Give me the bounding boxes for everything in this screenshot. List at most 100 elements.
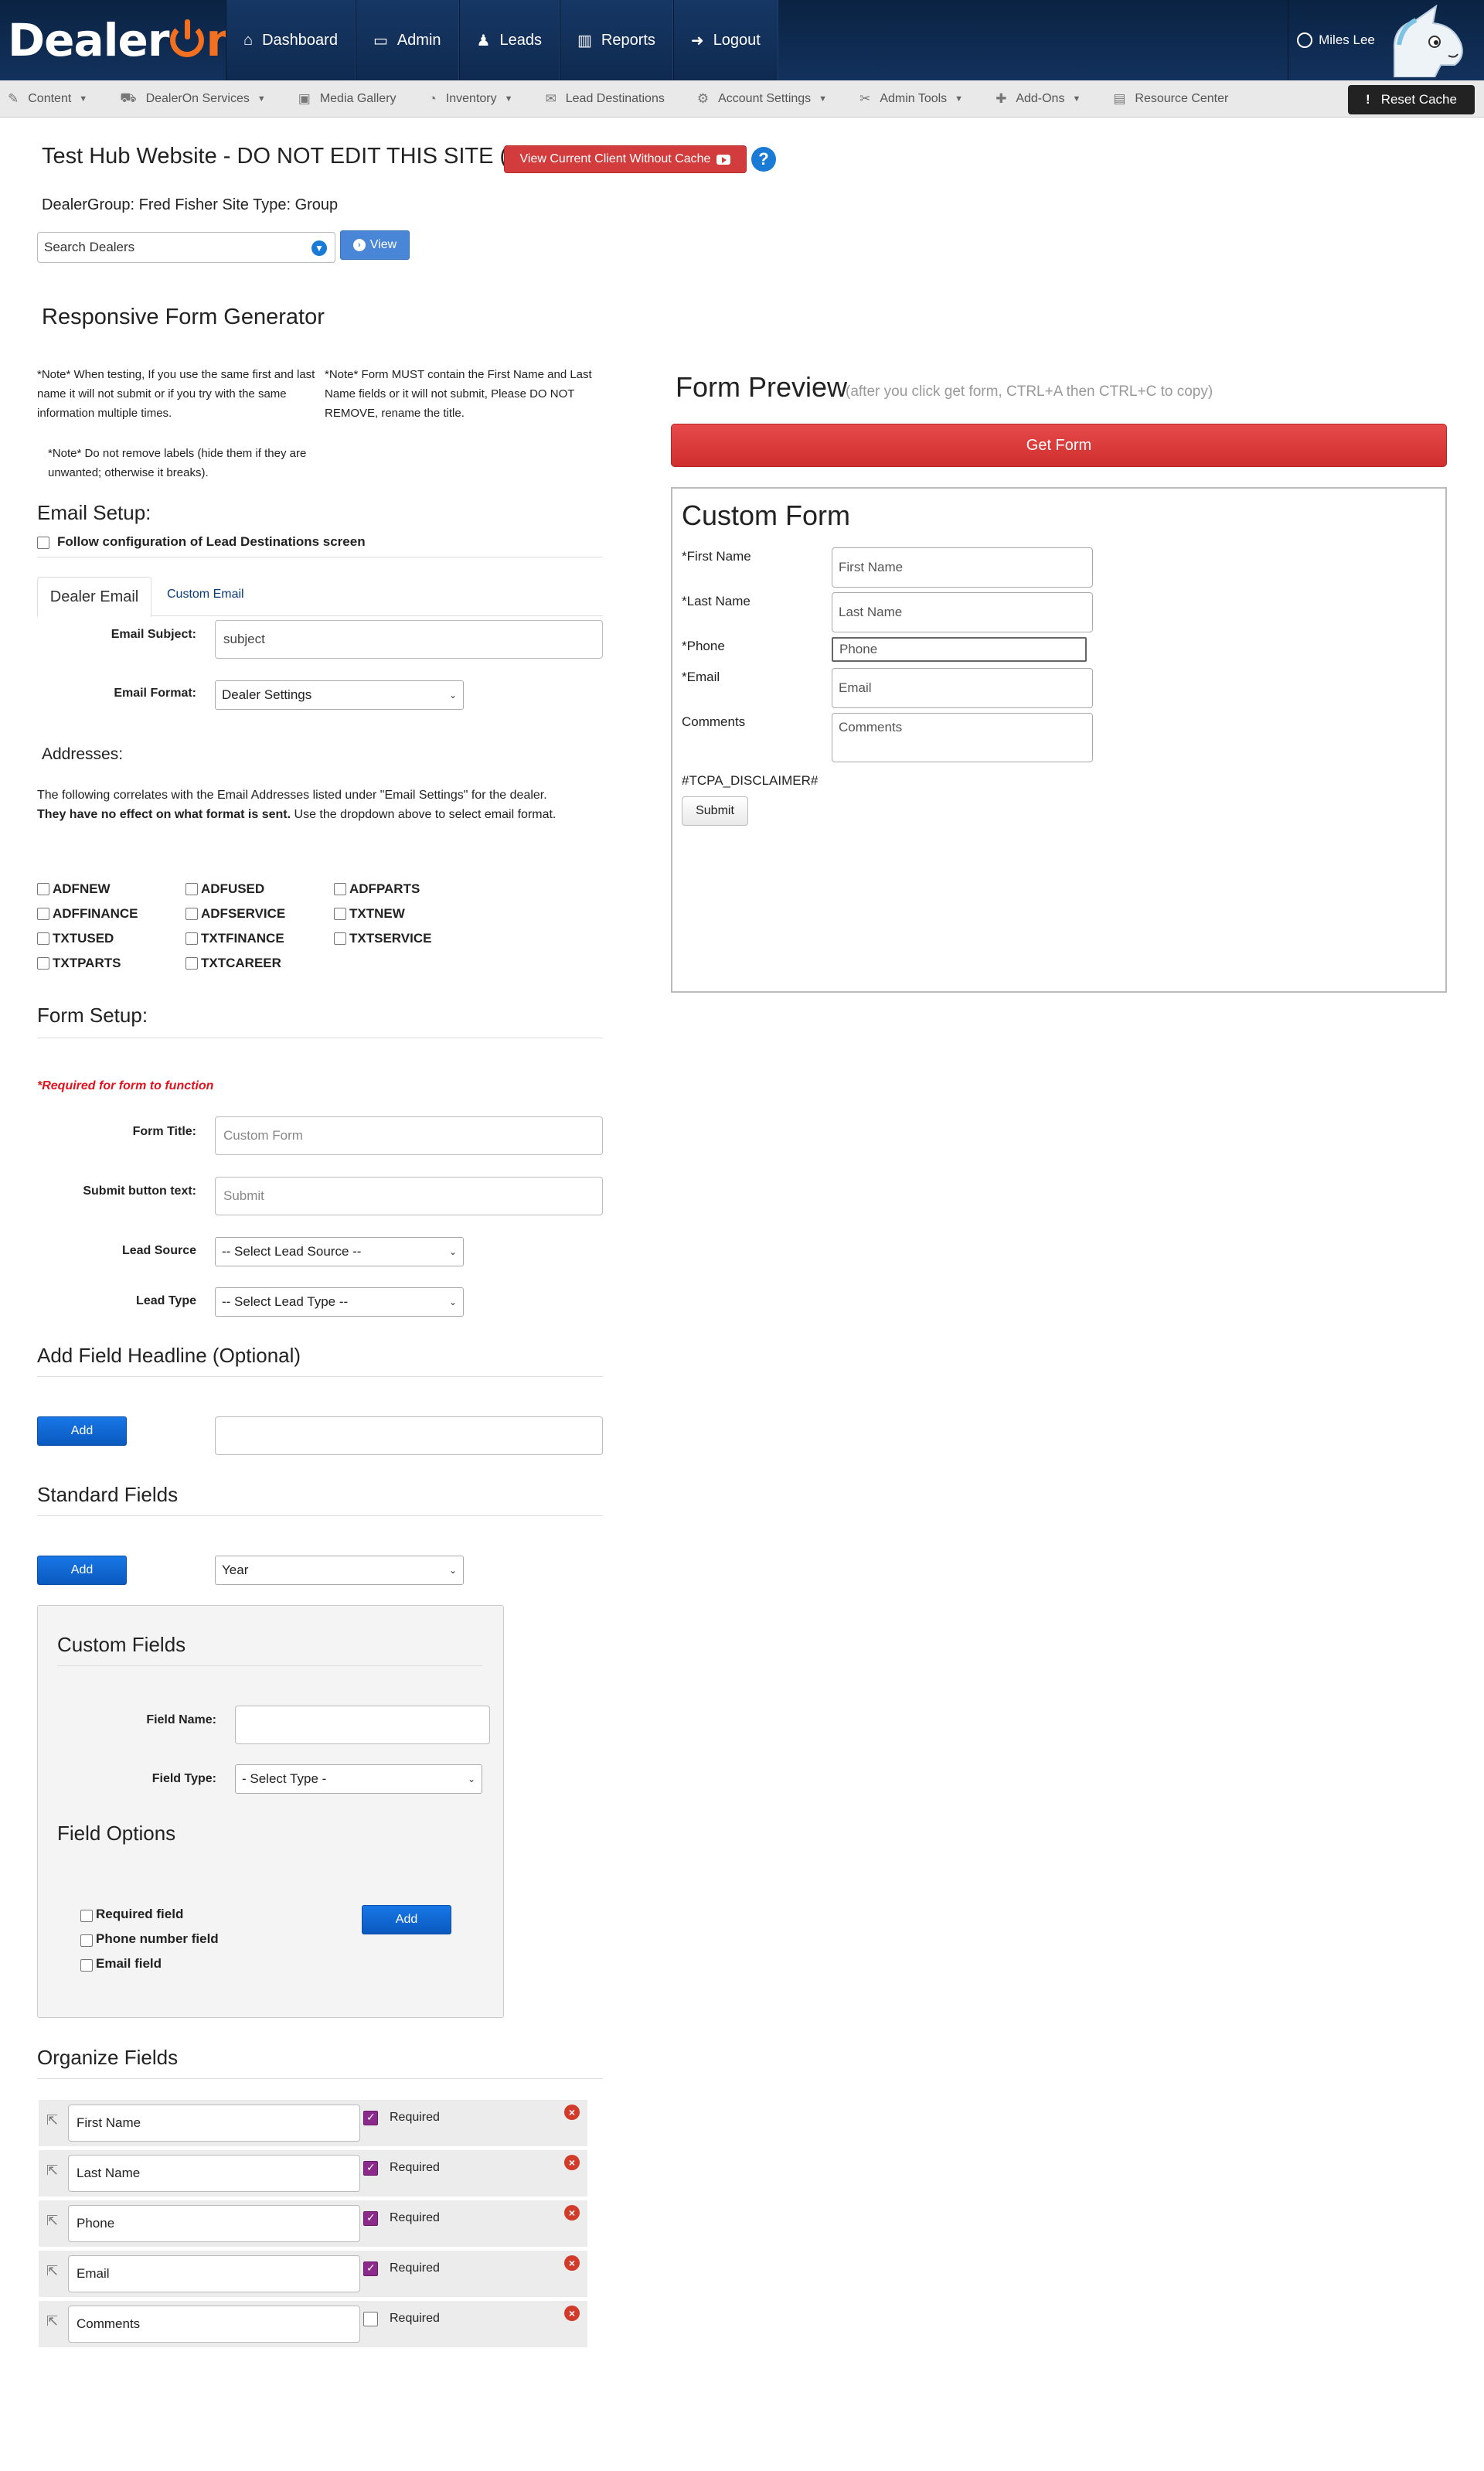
- add-headline-button[interactable]: Add: [37, 1416, 127, 1446]
- checkbox[interactable]: [37, 883, 49, 895]
- preview-first-name-input[interactable]: First Name: [832, 547, 1093, 588]
- lead-source-select[interactable]: -- Select Lead Source -- ⌄: [215, 1237, 464, 1266]
- add-standard-field-button[interactable]: Add: [37, 1556, 127, 1585]
- address-checkbox-item[interactable]: TXTUSED: [37, 931, 114, 946]
- address-checkbox-item[interactable]: TXTFINANCE: [186, 931, 284, 946]
- addresses-description: The following correlates with the Email …: [37, 786, 594, 824]
- form-title-input[interactable]: Custom Form: [215, 1116, 603, 1155]
- drag-handle-icon[interactable]: ⇱: [46, 2263, 58, 2279]
- view-button[interactable]: › View: [340, 230, 410, 260]
- preview-phone-input[interactable]: Phone: [832, 637, 1087, 662]
- address-label: ADFUSED: [201, 881, 265, 896]
- subnav-resource-center[interactable]: ▤ Resource Center: [1113, 91, 1228, 107]
- drag-handle-icon[interactable]: ⇱: [46, 2112, 58, 2128]
- checkbox[interactable]: [186, 908, 198, 920]
- drag-handle-icon[interactable]: ⇱: [46, 2213, 58, 2229]
- nav-leads[interactable]: ♟ Leads: [458, 0, 560, 80]
- checkbox[interactable]: [37, 908, 49, 920]
- required-checkbox[interactable]: [363, 2261, 378, 2276]
- checkbox[interactable]: [37, 932, 49, 945]
- standard-field-select[interactable]: Year ⌄: [215, 1556, 464, 1585]
- tab-custom-email[interactable]: Custom Email: [167, 588, 244, 602]
- address-checkbox-item[interactable]: ADFPARTS: [334, 881, 420, 897]
- drag-handle-icon[interactable]: ⇱: [46, 2163, 58, 2179]
- search-dealers-select[interactable]: Search Dealers ▼: [37, 232, 335, 263]
- checkbox[interactable]: [334, 932, 346, 945]
- address-checkbox-item[interactable]: ADFFINANCE: [37, 906, 138, 922]
- field-name-input[interactable]: [235, 1706, 490, 1744]
- follow-config-checkbox[interactable]: [37, 537, 49, 549]
- reset-cache-button[interactable]: ! Reset Cache: [1348, 85, 1475, 114]
- email-field-checkbox[interactable]: [80, 1959, 93, 1972]
- drag-handle-icon[interactable]: ⇱: [46, 2313, 58, 2330]
- form-setup-heading: Form Setup:: [37, 1004, 148, 1027]
- nav-dashboard[interactable]: ⌂ Dashboard: [226, 0, 356, 80]
- required-checkbox[interactable]: [363, 2161, 378, 2176]
- submit-text-input[interactable]: Submit: [215, 1177, 603, 1215]
- address-checkbox-item[interactable]: ADFUSED: [186, 881, 264, 897]
- phone-field-checkbox[interactable]: [80, 1934, 93, 1947]
- remove-icon[interactable]: ×: [564, 2205, 580, 2220]
- organize-row[interactable]: ⇱ Phone Required ×: [39, 2200, 587, 2247]
- checkbox[interactable]: [186, 883, 198, 895]
- subnav-add-ons[interactable]: ✚ Add-Ons ▼: [996, 91, 1081, 107]
- organize-row[interactable]: ⇱ Last Name Required ×: [39, 2150, 587, 2197]
- address-checkbox-item[interactable]: ADFSERVICE: [186, 906, 285, 922]
- required-checkbox[interactable]: [363, 2211, 378, 2226]
- organize-row[interactable]: ⇱ Comments Required ×: [39, 2301, 587, 2347]
- add-custom-field-button[interactable]: Add: [362, 1905, 451, 1934]
- nav-admin[interactable]: ▭ Admin: [355, 0, 459, 80]
- preview-submit-button[interactable]: Submit: [682, 796, 748, 826]
- field-type-select[interactable]: - Select Type - ⌄: [235, 1764, 482, 1794]
- organize-field-input[interactable]: First Name: [68, 2105, 360, 2142]
- organize-row[interactable]: ⇱ Email Required ×: [39, 2251, 587, 2297]
- nav-label: Leads: [499, 31, 542, 49]
- preview-last-name-input[interactable]: Last Name: [832, 592, 1093, 632]
- get-form-button[interactable]: Get Form: [671, 424, 1447, 467]
- subnav-account-settings[interactable]: ⚙ Account Settings ▼: [697, 91, 827, 107]
- lead-type-select[interactable]: -- Select Lead Type -- ⌄: [215, 1287, 464, 1317]
- checkbox[interactable]: [37, 957, 49, 970]
- help-icon[interactable]: ?: [751, 147, 776, 172]
- organize-field-input[interactable]: Comments: [68, 2306, 360, 2343]
- view-client-without-cache-button[interactable]: View Current Client Without Cache: [504, 145, 747, 173]
- subnav-lead-destinations[interactable]: ✉ Lead Destinations: [546, 91, 665, 107]
- subnav-content[interactable]: ✎ Content ▼: [8, 91, 87, 107]
- email-format-select[interactable]: Dealer Settings ⌄: [215, 680, 464, 710]
- email-subject-input[interactable]: subject: [215, 620, 603, 659]
- organize-field-input[interactable]: Last Name: [68, 2155, 360, 2192]
- address-checkbox-item[interactable]: TXTPARTS: [37, 956, 121, 971]
- required-field-checkbox[interactable]: [80, 1910, 93, 1922]
- preview-comments-textarea[interactable]: Comments: [832, 713, 1093, 762]
- organize-field-input[interactable]: Email: [68, 2255, 360, 2292]
- nav-logout[interactable]: ➜ Logout: [672, 0, 778, 80]
- remove-icon[interactable]: ×: [564, 2306, 580, 2321]
- subnav-admin-tools[interactable]: ✂ Admin Tools ▼: [859, 91, 963, 107]
- address-checkbox-item[interactable]: TXTCAREER: [186, 956, 281, 971]
- required-checkbox[interactable]: [363, 2111, 378, 2125]
- preview-email-input[interactable]: Email: [832, 668, 1093, 708]
- remove-icon[interactable]: ×: [564, 2155, 580, 2170]
- user-menu[interactable]: Miles Lee: [1288, 0, 1384, 80]
- nav-reports[interactable]: ▥ Reports: [559, 0, 673, 80]
- required-checkbox[interactable]: [363, 2312, 378, 2326]
- address-checkbox-item[interactable]: TXTSERVICE: [334, 931, 431, 946]
- subnav-media-gallery[interactable]: ▣ Media Gallery: [298, 91, 397, 107]
- checkbox[interactable]: [334, 908, 346, 920]
- checkbox[interactable]: [334, 883, 346, 895]
- plus-icon: ✚: [996, 91, 1007, 106]
- dealeron-logo[interactable]: Dealer n: [8, 12, 238, 68]
- checkbox[interactable]: [186, 957, 198, 970]
- tab-dealer-email[interactable]: Dealer Email: [37, 577, 151, 617]
- email-setup-heading: Email Setup:: [37, 501, 151, 524]
- remove-icon[interactable]: ×: [564, 2105, 580, 2120]
- remove-icon[interactable]: ×: [564, 2255, 580, 2271]
- subnav-dealeron-services[interactable]: ⛟ DealerOn Services ▼: [120, 90, 266, 107]
- address-checkbox-item[interactable]: TXTNEW: [334, 906, 405, 922]
- checkbox[interactable]: [186, 932, 198, 945]
- organize-field-input[interactable]: Phone: [68, 2205, 360, 2242]
- organize-row[interactable]: ⇱ First Name Required ×: [39, 2100, 587, 2146]
- headline-input[interactable]: [215, 1416, 603, 1455]
- address-checkbox-item[interactable]: ADFNEW: [37, 881, 111, 897]
- subnav-inventory[interactable]: ◔ Inventory ▼: [429, 91, 513, 107]
